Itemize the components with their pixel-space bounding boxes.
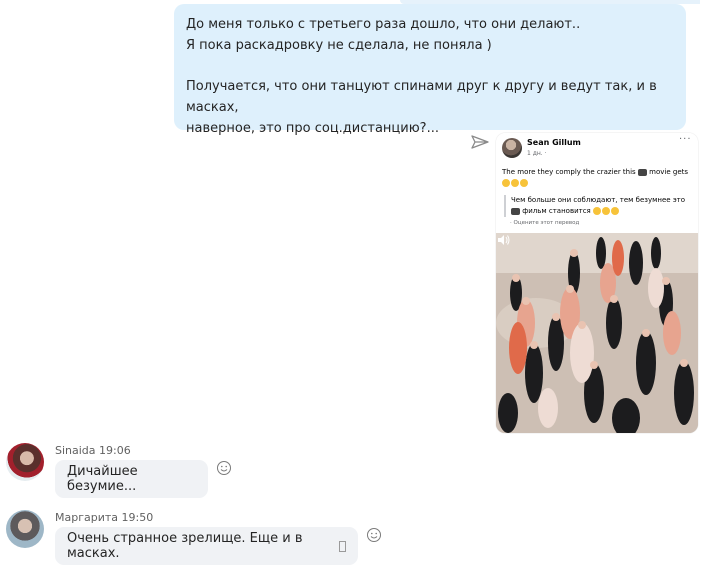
message-meta: Sinaida 19:06 [55,444,131,457]
shared-video-attachment[interactable]: Sean Gillum 1 дн. · ··· The more they co… [496,133,698,433]
message-line: До меня только с третьего раза дошло, чт… [186,17,581,32]
sender-name: Sinaida [55,444,96,457]
post-menu-icon: ··· [679,134,692,145]
message-time: 19:06 [99,444,131,457]
incoming-message-bubble[interactable]: Очень странное зрелище. Еще и в масках. [55,527,358,565]
message-line: Получается, что они танцуют спинами друг… [186,79,657,115]
smiley-icon[interactable] [366,527,382,543]
rate-translation-link: · Оцените этот перевод [510,220,580,226]
speaker-icon[interactable] [496,233,510,247]
facebook-post-screenshot: Sean Gillum 1 дн. · ··· The more they co… [496,133,698,233]
post-time: 1 дн. · [527,150,547,157]
translation-text: Чем больше они соблюдают, тем безумнее [511,196,671,204]
incoming-message-bubble[interactable]: Дичайшее безумие... [55,460,208,498]
smiley-icon[interactable] [216,460,232,476]
post-translation: Чем больше они соблюдают, тем безумнее э… [504,195,688,217]
outgoing-message-bubble[interactable]: До меня только с третьего раза дошло, чт… [174,4,686,136]
emoji-icons [502,179,528,187]
post-author-avatar [502,138,522,158]
translation-text: фильм становится [522,207,591,215]
post-text-part: The more they comply the crazier this [502,168,636,176]
avatar[interactable] [6,443,44,481]
message-line: Я пока раскадровку не сделала, не поняла… [186,38,492,53]
message-text: Очень странное зрелище. Еще и в масках. [67,531,303,561]
movie-camera-icon [511,207,520,215]
paper-plane-icon[interactable] [470,134,490,150]
missing-glyph-icon [338,540,346,552]
message-time: 19:50 [121,511,154,524]
post-text: The more they comply the crazier this mo… [502,167,692,189]
message-meta: Маргарита 19:50 [55,511,153,524]
emoji-icons [593,207,619,215]
ballroom-video-frame [496,233,698,433]
post-author-name: Sean Gillum [527,138,581,147]
movie-camera-icon [637,168,647,176]
message-text: Дичайшее безумие... [67,464,138,494]
translation-text: это [672,196,686,204]
sender-name: Маргарита [55,511,119,524]
dancers-illustration [496,233,698,433]
avatar[interactable] [6,510,44,548]
post-text-part: movie gets [649,168,689,176]
